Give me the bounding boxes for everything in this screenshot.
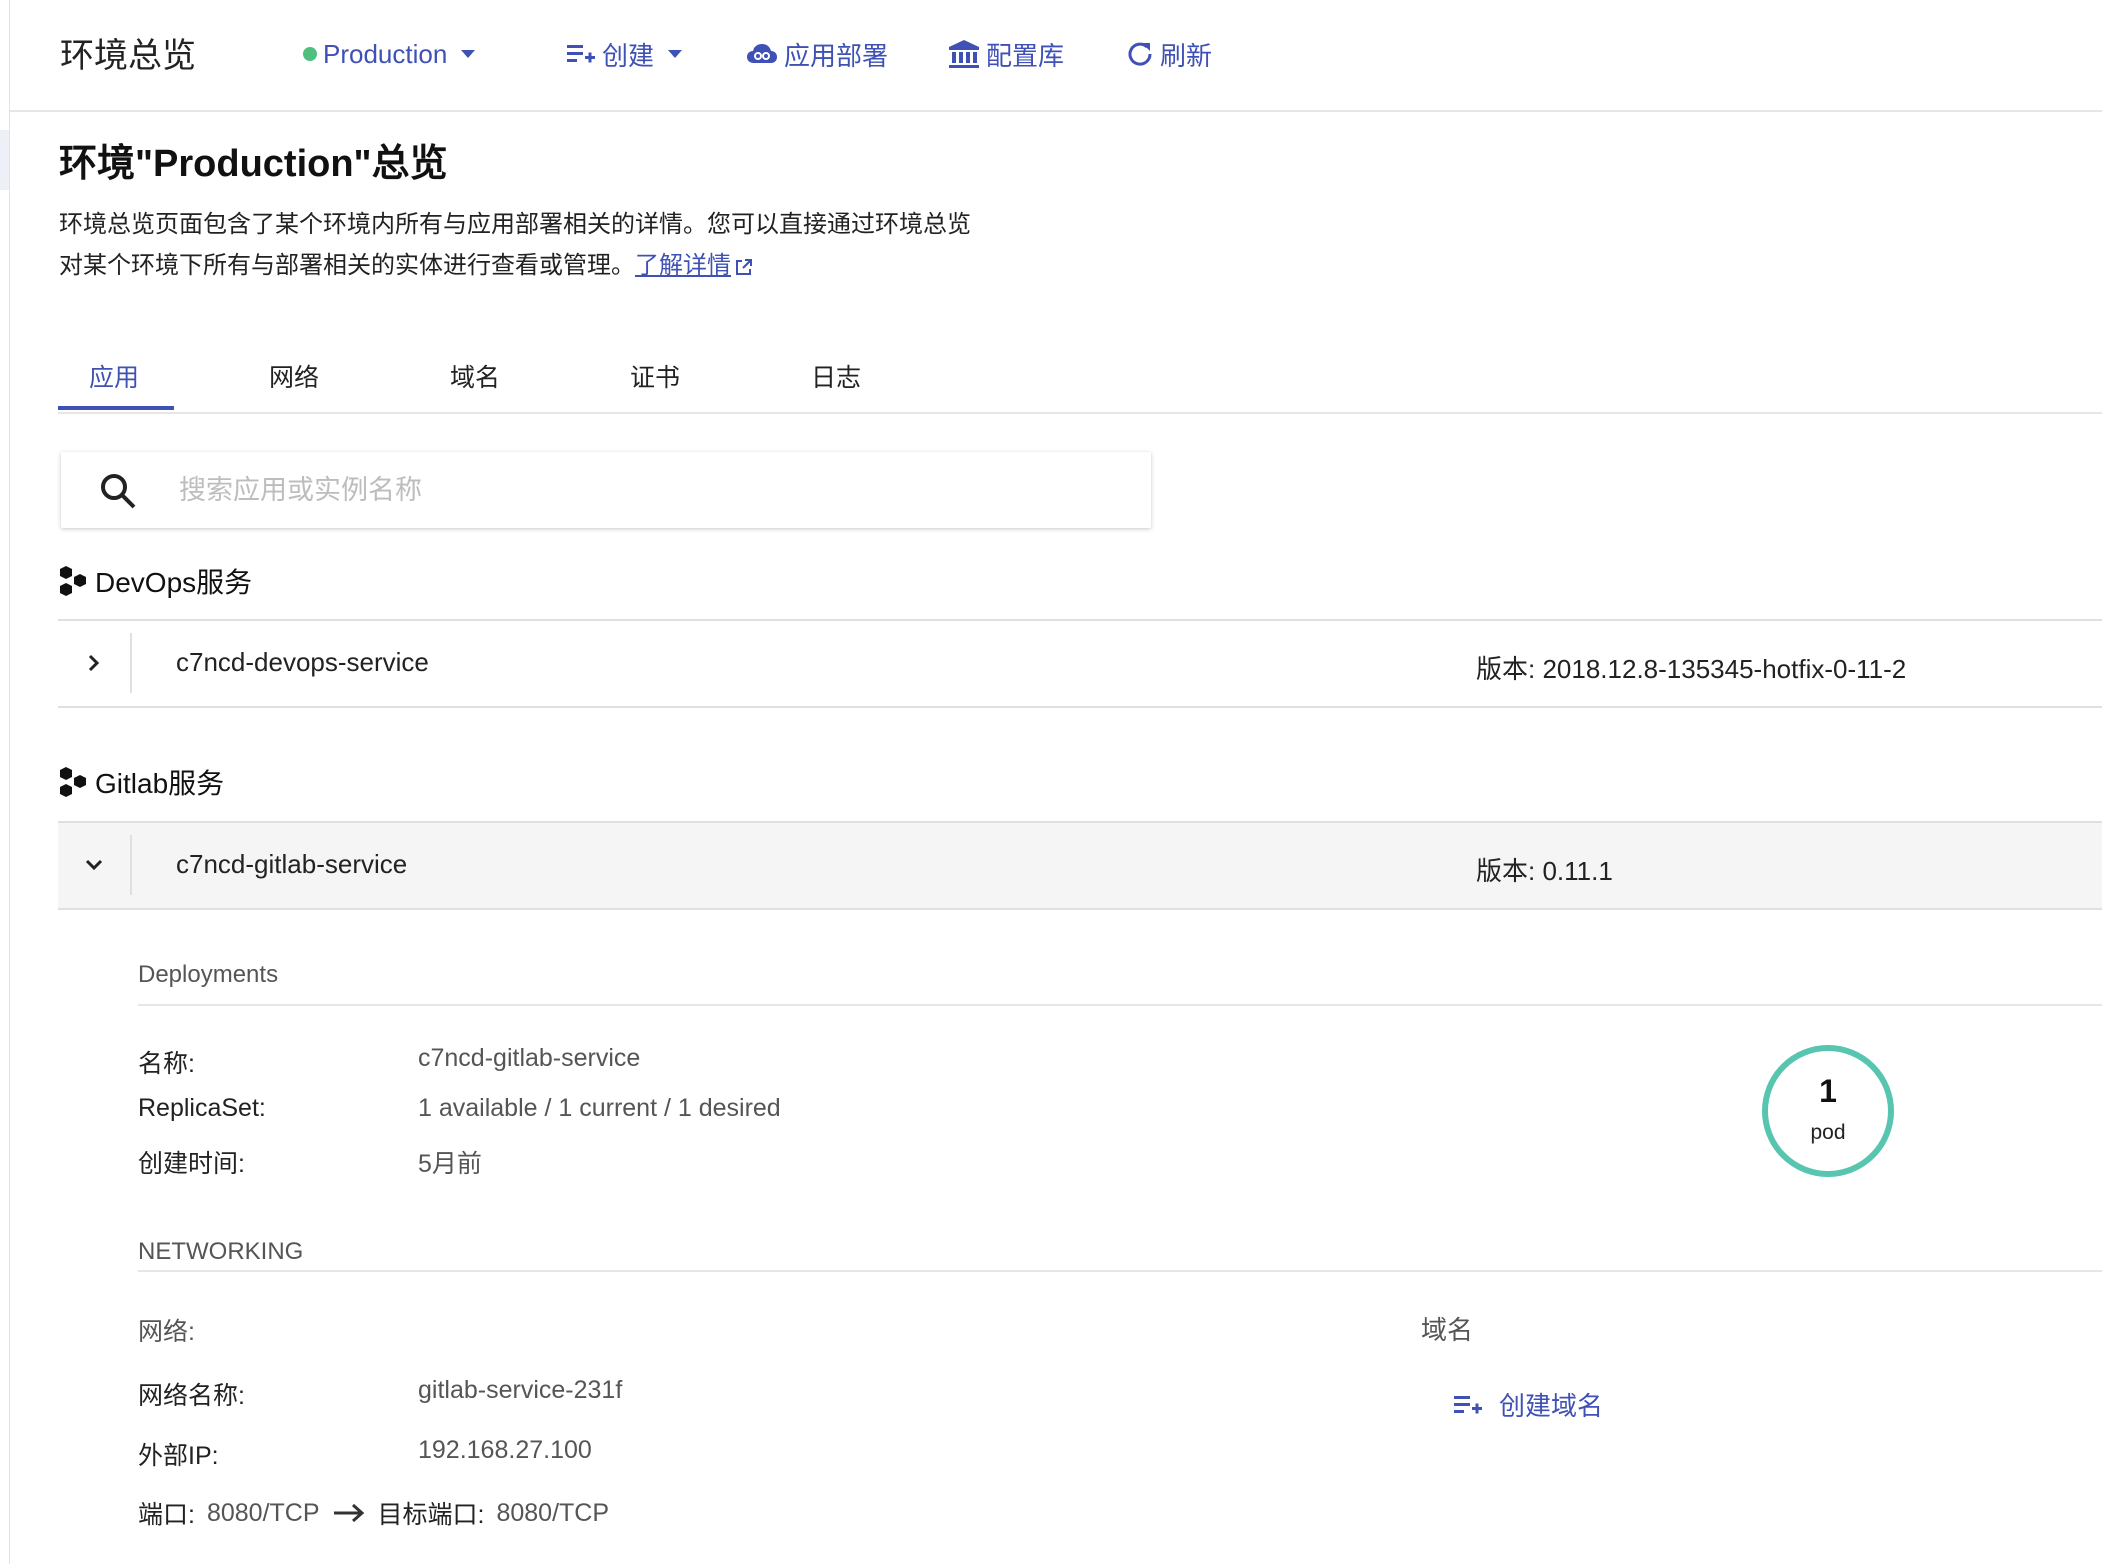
learn-more-link[interactable]: 了解详情 <box>635 252 731 279</box>
replicaset-value: 1 available / 1 current / 1 desired <box>418 1094 781 1122</box>
pod-count-ring[interactable]: 1 pod <box>1762 1045 1894 1177</box>
tab-domain[interactable]: 域名 <box>450 358 500 394</box>
section-divider <box>138 1270 2102 1272</box>
external-ip-label: 外部IP: <box>138 1442 219 1470</box>
config-repo-button[interactable]: 配置库 <box>948 36 1064 72</box>
app-row-gitlab[interactable]: c7ncd-gitlab-service 版本: 0.11.1 <box>58 821 2102 910</box>
left-rail <box>0 0 10 1564</box>
app-version: 版本: 0.11.1 <box>1476 851 1613 888</box>
create-button-label: 创建 <box>602 40 655 71</box>
network-name-label: 网络名称: <box>138 1382 245 1410</box>
deployments-section-title: Deployments <box>138 961 279 988</box>
env-status-dot <box>303 47 317 61</box>
refresh-icon <box>1128 42 1152 66</box>
description-line-2: 对某个环境下所有与部署相关的实体进行查看或管理。了解详情 <box>59 245 1159 286</box>
app-version: 版本: 2018.12.8-135345-hotfix-0-11-2 <box>1476 649 1906 686</box>
create-domain-button[interactable]: 创建域名 <box>1453 1386 1603 1423</box>
arrow-right-icon <box>333 1503 364 1523</box>
external-ip-value: 192.168.27.100 <box>418 1436 592 1464</box>
target-port-label: 目标端口: <box>377 1501 485 1529</box>
app-cluster-icon <box>60 767 86 797</box>
chevron-right-icon <box>88 654 100 672</box>
playlist-add-icon <box>567 45 595 63</box>
pod-count: 1 <box>1819 1073 1837 1109</box>
section-divider <box>138 1004 2102 1006</box>
tab-logs[interactable]: 日志 <box>811 358 861 394</box>
description-line-1: 环境总览页面包含了某个环境内所有与应用部署相关的详情。您可以直接通过环境总览 <box>59 211 971 238</box>
page-description: 环境总览页面包含了某个环境内所有与应用部署相关的详情。您可以直接通过环境总览 对… <box>59 204 1159 286</box>
version-value: 0.11.1 <box>1542 856 1613 886</box>
left-rail-marker <box>0 130 9 190</box>
create-domain-label: 创建域名 <box>1499 1391 1604 1421</box>
target-port-value: 8080/TCP <box>496 1498 610 1527</box>
port-value: 8080/TCP <box>206 1498 320 1527</box>
topbar-title: 环境总览 <box>60 37 196 75</box>
app-deploy-label: 应用部署 <box>784 40 889 71</box>
group-title-gitlab: Gitlab服务 <box>59 762 224 802</box>
chevron-down-icon <box>85 859 103 871</box>
app-row-devops[interactable]: c7ncd-devops-service 版本: 2018.12.8-13534… <box>58 619 2102 708</box>
port-mapping: 端口: 8080/TCP 目标端口: 8080/TCP <box>138 1495 609 1531</box>
app-name: c7ncd-gitlab-service <box>176 849 408 879</box>
row-divider <box>130 633 132 693</box>
created-time-label: 创建时间: <box>138 1150 245 1178</box>
create-button[interactable]: 创建 <box>566 36 683 72</box>
search-icon <box>101 474 136 509</box>
version-value: 2018.12.8-135345-hotfix-0-11-2 <box>1542 654 1907 684</box>
chevron-down-icon <box>461 50 476 58</box>
collapse-toggle[interactable] <box>74 845 114 885</box>
replicaset-label: ReplicaSet: <box>138 1094 266 1122</box>
description-text: 对某个环境下所有与部署相关的实体进行查看或管理。 <box>59 252 635 279</box>
tab-apps[interactable]: 应用 <box>89 358 139 394</box>
networking-section-title: NETWORKING <box>138 1238 304 1265</box>
app-name: c7ncd-devops-service <box>176 647 429 677</box>
deployment-name-value: c7ncd-gitlab-service <box>418 1044 641 1072</box>
expand-toggle[interactable] <box>74 643 114 683</box>
port-label: 端口: <box>138 1501 195 1529</box>
pod-unit: pod <box>1810 1121 1846 1144</box>
tab-bar: 应用 网络 域名 证书 日志 <box>58 340 2102 414</box>
playlist-add-icon <box>1454 1395 1482 1413</box>
row-divider <box>130 835 132 895</box>
env-selector-label: Production <box>323 38 448 69</box>
top-bar: 环境总览 Production 创建 应用部署 配置库 刷新 <box>10 0 2102 112</box>
group-title-label: DevOps服务 <box>95 567 253 598</box>
domain-label: 域名 <box>1421 1315 1474 1345</box>
version-label: 版本: <box>1476 654 1536 684</box>
version-label: 版本: <box>1476 856 1536 886</box>
created-time-value: 5月前 <box>418 1150 482 1178</box>
refresh-label: 刷新 <box>1160 40 1213 71</box>
refresh-button[interactable]: 刷新 <box>1126 36 1212 72</box>
app-cluster-icon <box>60 566 86 596</box>
chevron-down-icon <box>668 50 683 58</box>
search-box <box>61 452 1151 528</box>
env-selector[interactable]: Production <box>303 36 476 72</box>
tab-network[interactable]: 网络 <box>269 358 319 394</box>
external-link-icon[interactable] <box>734 257 754 277</box>
group-title-devops: DevOps服务 <box>59 561 252 601</box>
bank-icon <box>949 40 979 68</box>
cloud-deploy-icon <box>747 44 777 63</box>
search-input[interactable] <box>177 468 1101 512</box>
network-label: 网络: <box>138 1318 195 1346</box>
config-repo-label: 配置库 <box>986 40 1065 71</box>
tab-certificate[interactable]: 证书 <box>630 358 680 394</box>
group-title-label: Gitlab服务 <box>95 768 225 799</box>
active-tab-indicator <box>58 406 174 410</box>
app-deploy-button[interactable]: 应用部署 <box>746 36 888 72</box>
deployment-name-label: 名称: <box>138 1050 195 1078</box>
network-name-value: gitlab-service-231f <box>418 1376 623 1404</box>
page-title: 环境"Production"总览 <box>59 143 448 185</box>
